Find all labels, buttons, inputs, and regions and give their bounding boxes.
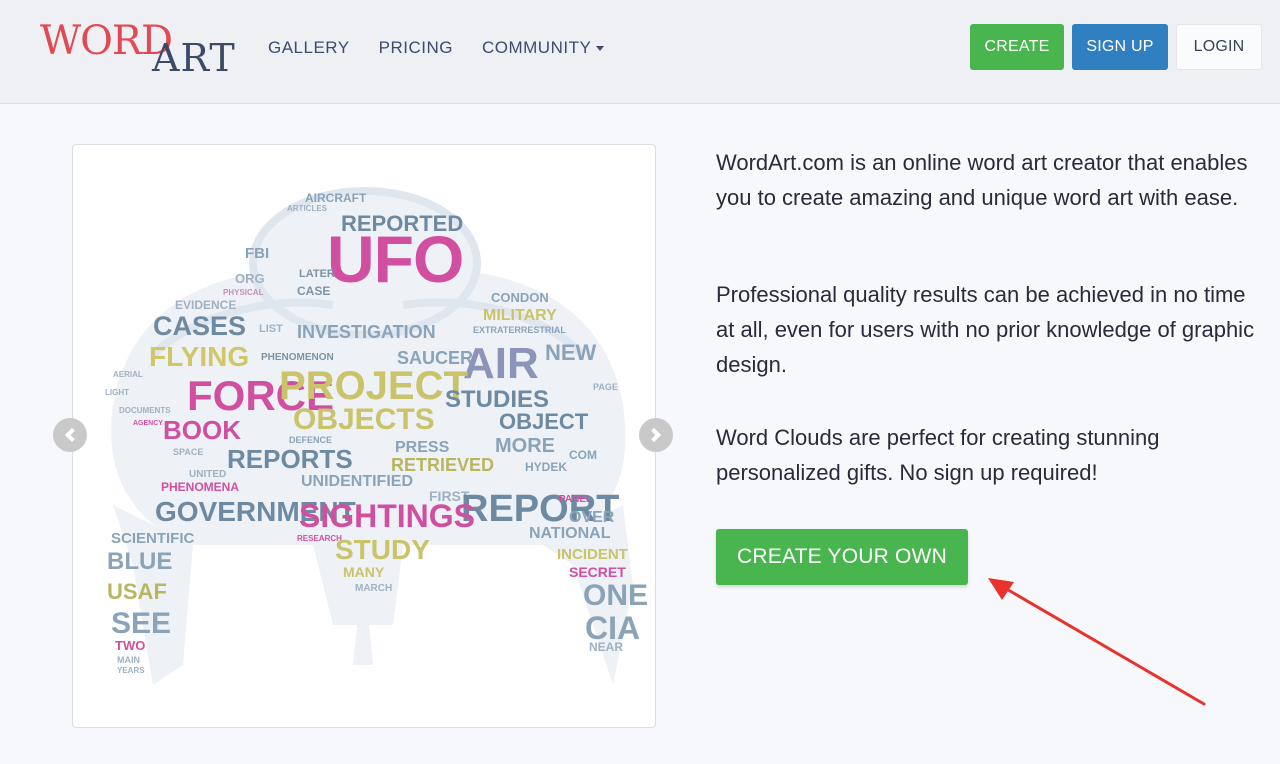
nav-pricing-link[interactable]: PRICING	[379, 38, 453, 58]
word-condon: CONDON	[491, 290, 549, 305]
top-navbar: WORD ART GALLERY PRICING COMMUNITY CREAT…	[0, 0, 1280, 104]
word-sightings: SIGHTINGS	[299, 498, 475, 534]
word-light: LIGHT	[105, 388, 129, 397]
word-usaf: USAF	[107, 579, 167, 604]
word-ufo: UFO	[327, 222, 463, 296]
chevron-left-icon	[64, 427, 80, 443]
word-more: MORE	[495, 435, 555, 457]
annotation-arrow-icon	[988, 578, 1206, 706]
ufo-word-cloud-image: AIRCRAFT ARTICLES REPORTED UFO FBI ORG L…	[105, 187, 648, 685]
word-list: LIST	[259, 323, 283, 335]
chevron-right-icon	[646, 427, 662, 443]
carousel-next-button[interactable]	[639, 418, 673, 452]
word-evidence: EVIDENCE	[175, 298, 236, 312]
intro-paragraph-2: Professional quality results can be achi…	[716, 282, 1255, 377]
word-united: UNITED	[189, 469, 226, 480]
create-button[interactable]: CREATE	[970, 24, 1064, 70]
word-blue: BLUE	[107, 548, 172, 575]
word-main: MAIN	[117, 655, 140, 665]
word-over: OVER	[569, 509, 615, 526]
word-phenomenon: PHENOMENON	[261, 352, 334, 363]
word-agency: AGENCY	[133, 420, 163, 427]
word-case: CASE	[297, 284, 330, 298]
word-flying: FLYING	[149, 341, 249, 372]
word-press: PRESS	[395, 439, 450, 456]
word-investigation: INVESTIGATION	[297, 322, 436, 342]
word-years: YEARS	[117, 666, 145, 675]
nav-community-dropdown[interactable]: COMMUNITY	[481, 38, 605, 58]
word-retrieved: RETRIEVED	[391, 455, 494, 475]
word-panel: PANEL	[559, 494, 592, 505]
word-incident: INCIDENT	[557, 546, 628, 563]
nav-links: GALLERY PRICING COMMUNITY	[268, 38, 605, 58]
word-aircraft: AIRCRAFT	[305, 191, 367, 205]
word-documents: DOCUMENTS	[119, 406, 171, 415]
word-later: LATER	[299, 268, 335, 280]
word-study: STUDY	[335, 534, 430, 565]
word-org: ORG	[235, 271, 265, 286]
word-national: NATIONAL	[529, 525, 611, 542]
word-cloud-carousel: AIRCRAFT ARTICLES REPORTED UFO FBI ORG L…	[72, 144, 656, 728]
word-two: TWO	[115, 638, 145, 653]
nav-community-label: COMMUNITY	[481, 38, 592, 57]
word-many: MANY	[343, 564, 385, 580]
word-unidentified: UNIDENTIFIED	[301, 473, 413, 490]
word-book: BOOK	[163, 415, 241, 445]
word-aerial: AERIAL	[113, 370, 143, 379]
word-military: MILITARY	[483, 307, 557, 324]
word-space: SPACE	[173, 447, 203, 457]
word-reports: REPORTS	[227, 444, 353, 474]
carousel-prev-button[interactable]	[53, 418, 87, 452]
word-articles: ARTICLES	[287, 204, 328, 213]
wordart-logo[interactable]: WORD ART	[40, 16, 240, 82]
word-one: ONE	[583, 579, 648, 612]
word-page: PAGE	[593, 382, 618, 392]
word-secret: SECRET	[569, 564, 626, 580]
intro-paragraph-3: Word Clouds are perfect for creating stu…	[716, 425, 1160, 485]
login-button[interactable]: LOGIN	[1176, 24, 1262, 70]
word-phenomena: PHENOMENA	[161, 480, 239, 494]
logo-art-text: ART	[152, 36, 236, 80]
word-objects: OBJECTS	[293, 403, 435, 436]
word-new: NEW	[545, 340, 597, 365]
word-scientific: SCIENTIFIC	[111, 530, 195, 547]
word-near: NEAR	[589, 640, 623, 654]
word-see: SEE	[111, 607, 171, 640]
word-com: COM	[569, 448, 597, 462]
signup-button[interactable]: SIGN UP	[1072, 24, 1168, 70]
word-air: AIR	[463, 339, 539, 388]
word-fbi: FBI	[245, 245, 269, 262]
create-your-own-button[interactable]: CREATE YOUR OWN	[716, 529, 968, 585]
caret-down-icon	[596, 46, 605, 52]
word-object: OBJECT	[499, 409, 589, 434]
word-march: MARCH	[355, 583, 392, 594]
word-hydek: HYDEK	[525, 460, 567, 474]
nav-gallery-link[interactable]: GALLERY	[268, 38, 350, 58]
word-extraterrestrial: EXTRATERRESTRIAL	[473, 325, 566, 335]
nav-buttons: CREATE SIGN UP LOGIN	[970, 24, 1262, 70]
word-cases: CASES	[153, 311, 246, 341]
word-physical: PHYSICAL	[223, 288, 264, 297]
word-project: PROJECT	[279, 364, 468, 408]
intro-paragraph-1: WordArt.com is an online word art creato…	[716, 150, 1248, 210]
